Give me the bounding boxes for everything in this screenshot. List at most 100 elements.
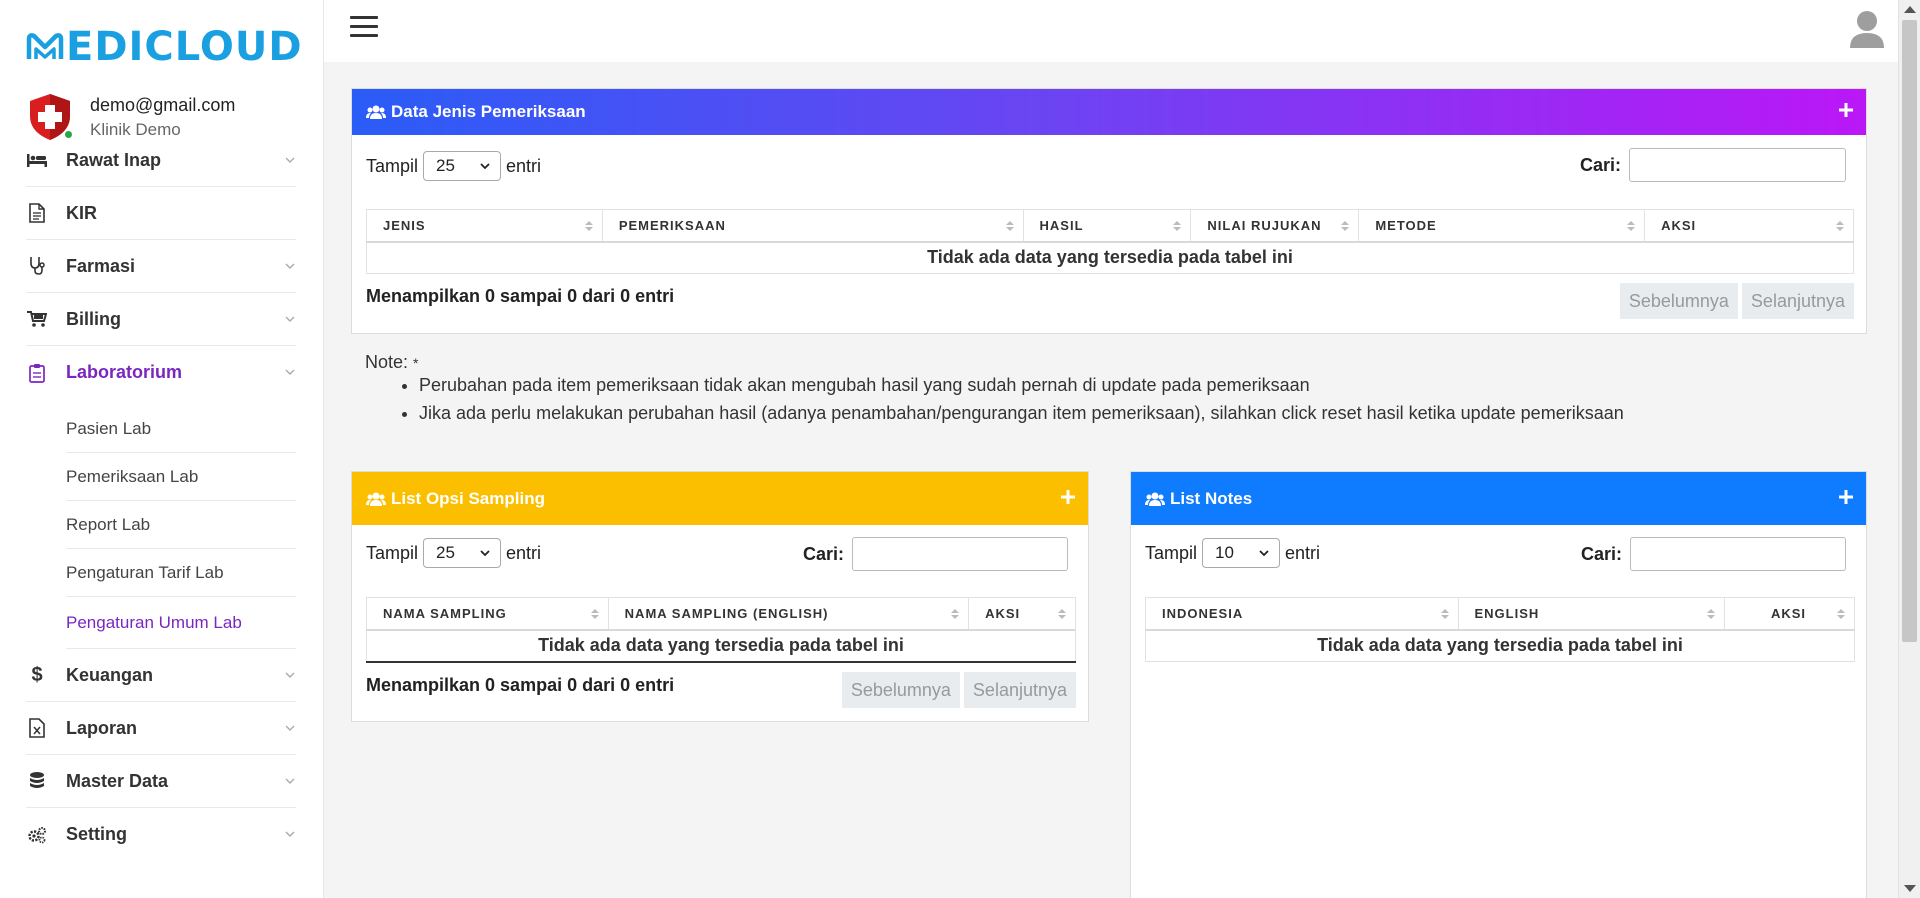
medicloud-m-logo-icon bbox=[26, 33, 64, 59]
show-label: Tampil bbox=[1145, 542, 1198, 563]
note-list: Perubahan pada item pemeriksaan tidak ak… bbox=[419, 375, 1624, 431]
sidebar-item-keuangan[interactable]: $ Keuangan bbox=[26, 649, 296, 702]
chevron-down-icon bbox=[285, 316, 295, 322]
column-header-indonesia[interactable]: INDONESIA bbox=[1145, 597, 1459, 631]
submenu-item-pemeriksaan-lab[interactable]: Pemeriksaan Lab bbox=[66, 453, 296, 501]
chevron-down-icon bbox=[285, 157, 295, 163]
next-page-button[interactable]: Selanjutnya bbox=[963, 672, 1076, 708]
sidebar-item-kir[interactable]: KIR bbox=[26, 187, 296, 240]
page-length-control: Tampil 25 entri bbox=[366, 151, 541, 181]
add-icon[interactable] bbox=[1838, 489, 1854, 505]
add-icon[interactable] bbox=[1060, 489, 1076, 505]
scrollbar-thumb[interactable] bbox=[1902, 20, 1917, 642]
column-header-nama-sampling-english[interactable]: NAMA SAMPLING (ENGLISH) bbox=[607, 597, 970, 631]
empty-table-message: Tidak ada data yang tersedia pada tabel … bbox=[1145, 629, 1855, 662]
page-length-value: 10 bbox=[1215, 543, 1234, 562]
sidebar-item-label: KIR bbox=[66, 202, 97, 223]
sidebar-item-label: Laporan bbox=[66, 717, 138, 738]
add-icon[interactable] bbox=[1838, 102, 1854, 118]
card-header: List Opsi Sampling bbox=[352, 472, 1088, 525]
submenu-item-pengaturan-umum-lab[interactable]: Pengaturan Umum Lab bbox=[66, 597, 296, 649]
note-section: Note: * Perubahan pada item pemeriksaan … bbox=[351, 334, 1867, 461]
search-input[interactable] bbox=[1630, 537, 1846, 571]
page-length-select[interactable]: 25 bbox=[423, 538, 502, 568]
database-icon bbox=[26, 770, 48, 792]
table-row: Tidak ada data yang tersedia pada tabel … bbox=[1145, 629, 1855, 662]
sort-icon bbox=[1627, 221, 1636, 231]
next-page-button[interactable]: Selanjutnya bbox=[1741, 283, 1854, 319]
clipboard-icon bbox=[26, 362, 48, 384]
empty-table-message: Tidak ada data yang tersedia pada tabel … bbox=[366, 241, 1854, 274]
submenu-item-pengaturan-tarif-lab[interactable]: Pengaturan Tarif Lab bbox=[66, 549, 296, 597]
sidebar-item-laporan[interactable]: Laporan bbox=[26, 702, 296, 755]
notes-table: INDONESIA ENGLISH AKSI Tidak ada data ya… bbox=[1145, 597, 1855, 662]
users-icon bbox=[366, 492, 386, 506]
card-header: Data Jenis Pemeriksaan bbox=[352, 89, 1866, 135]
column-header-nilai-rujukan[interactable]: NILAI RUJUKAN bbox=[1190, 209, 1360, 243]
previous-page-button[interactable]: Sebelumnya bbox=[1619, 283, 1738, 319]
submenu-item-pasien-lab[interactable]: Pasien Lab bbox=[66, 405, 296, 453]
search-control: Cari: bbox=[803, 537, 1068, 571]
sidebar-item-label: Laboratorium bbox=[66, 362, 183, 382]
column-header-pemeriksaan[interactable]: PEMERIKSAAN bbox=[601, 209, 1024, 243]
column-header-jenis[interactable]: JENIS bbox=[366, 209, 603, 243]
user-avatar-icon[interactable] bbox=[1848, 8, 1886, 50]
entries-label: entri bbox=[506, 155, 542, 176]
sort-icon bbox=[1058, 609, 1066, 619]
sidebar-item-laboratorium[interactable]: Laboratorium bbox=[26, 346, 296, 399]
page-length-select[interactable]: 10 bbox=[1202, 538, 1281, 568]
chevron-down-icon bbox=[285, 263, 295, 269]
entries-label: entri bbox=[1285, 542, 1321, 563]
sidebar-item-label: Keuangan bbox=[66, 664, 154, 685]
chevron-down-icon bbox=[480, 163, 490, 170]
column-header-aksi[interactable]: AKSI bbox=[1724, 597, 1855, 631]
column-header-aksi[interactable]: AKSI bbox=[968, 597, 1076, 631]
column-header-hasil[interactable]: HASIL bbox=[1022, 209, 1192, 243]
note-title: Note: * bbox=[365, 352, 419, 372]
sidebar-item-master-data[interactable]: Master Data bbox=[26, 755, 296, 808]
brand-logo[interactable]: EDICLOUD bbox=[26, 24, 303, 70]
sidebar-item-setting[interactable]: Setting bbox=[26, 808, 296, 861]
submenu-item-report-lab[interactable]: Report Lab bbox=[66, 501, 296, 549]
search-control: Cari: bbox=[1580, 148, 1846, 182]
sidebar-item-billing[interactable]: Billing bbox=[26, 293, 296, 346]
top-bar bbox=[324, 0, 1920, 62]
card-title: Data Jenis Pemeriksaan bbox=[391, 102, 586, 121]
users-icon bbox=[366, 105, 386, 119]
sidebar-item-label: Farmasi bbox=[66, 255, 136, 276]
previous-page-button[interactable]: Sebelumnya bbox=[841, 672, 960, 708]
sort-icon bbox=[1837, 609, 1845, 619]
sort-icon bbox=[1341, 221, 1350, 231]
laboratorium-submenu: Pasien Lab Pemeriksaan Lab Report Lab Pe… bbox=[26, 399, 296, 649]
column-header-metode[interactable]: METODE bbox=[1358, 209, 1646, 243]
scroll-down-arrow-icon[interactable] bbox=[1904, 885, 1916, 892]
chevron-down-icon bbox=[285, 778, 295, 784]
sidebar-item-farmasi[interactable]: Farmasi bbox=[26, 240, 296, 293]
search-input[interactable] bbox=[1629, 148, 1846, 182]
bed-icon bbox=[26, 149, 48, 171]
column-header-aksi[interactable]: AKSI bbox=[1644, 209, 1854, 243]
page-length-select[interactable]: 25 bbox=[423, 151, 502, 181]
sidebar-item-rawat-inap[interactable]: Rawat Inap bbox=[26, 134, 296, 187]
column-header-nama-sampling[interactable]: NAMA SAMPLING bbox=[366, 597, 609, 631]
sidebar-item-label: Master Data bbox=[66, 770, 169, 791]
column-header-english[interactable]: ENGLISH bbox=[1457, 597, 1726, 631]
table-info: Menampilkan 0 sampai 0 dari 0 entri bbox=[366, 286, 675, 306]
search-input[interactable] bbox=[852, 537, 1068, 571]
document-icon bbox=[26, 202, 48, 224]
list-notes-card: List Notes Tampil 10 entri Cari: INDONES… bbox=[1130, 471, 1867, 898]
table-controls: Tampil 25 entri Cari: bbox=[352, 525, 1088, 585]
sort-icon bbox=[1836, 221, 1844, 231]
sort-icon bbox=[1005, 221, 1014, 231]
sidebar-item-label: Billing bbox=[66, 308, 121, 329]
page-length-control: Tampil 25 entri bbox=[366, 538, 541, 568]
scroll-up-arrow-icon[interactable] bbox=[1904, 6, 1916, 13]
table-info: Menampilkan 0 sampai 0 dari 0 entri bbox=[366, 675, 675, 695]
page-scrollbar[interactable] bbox=[1898, 0, 1920, 898]
search-label: Cari: bbox=[802, 543, 844, 564]
excel-file-icon bbox=[26, 717, 48, 739]
table-row: Tidak ada data yang tersedia pada tabel … bbox=[366, 241, 1854, 274]
brand-name: EDICLOUD bbox=[66, 24, 303, 70]
hamburger-menu-icon[interactable] bbox=[350, 16, 378, 38]
pagination: Sebelumnya Selanjutnya bbox=[1619, 283, 1854, 319]
